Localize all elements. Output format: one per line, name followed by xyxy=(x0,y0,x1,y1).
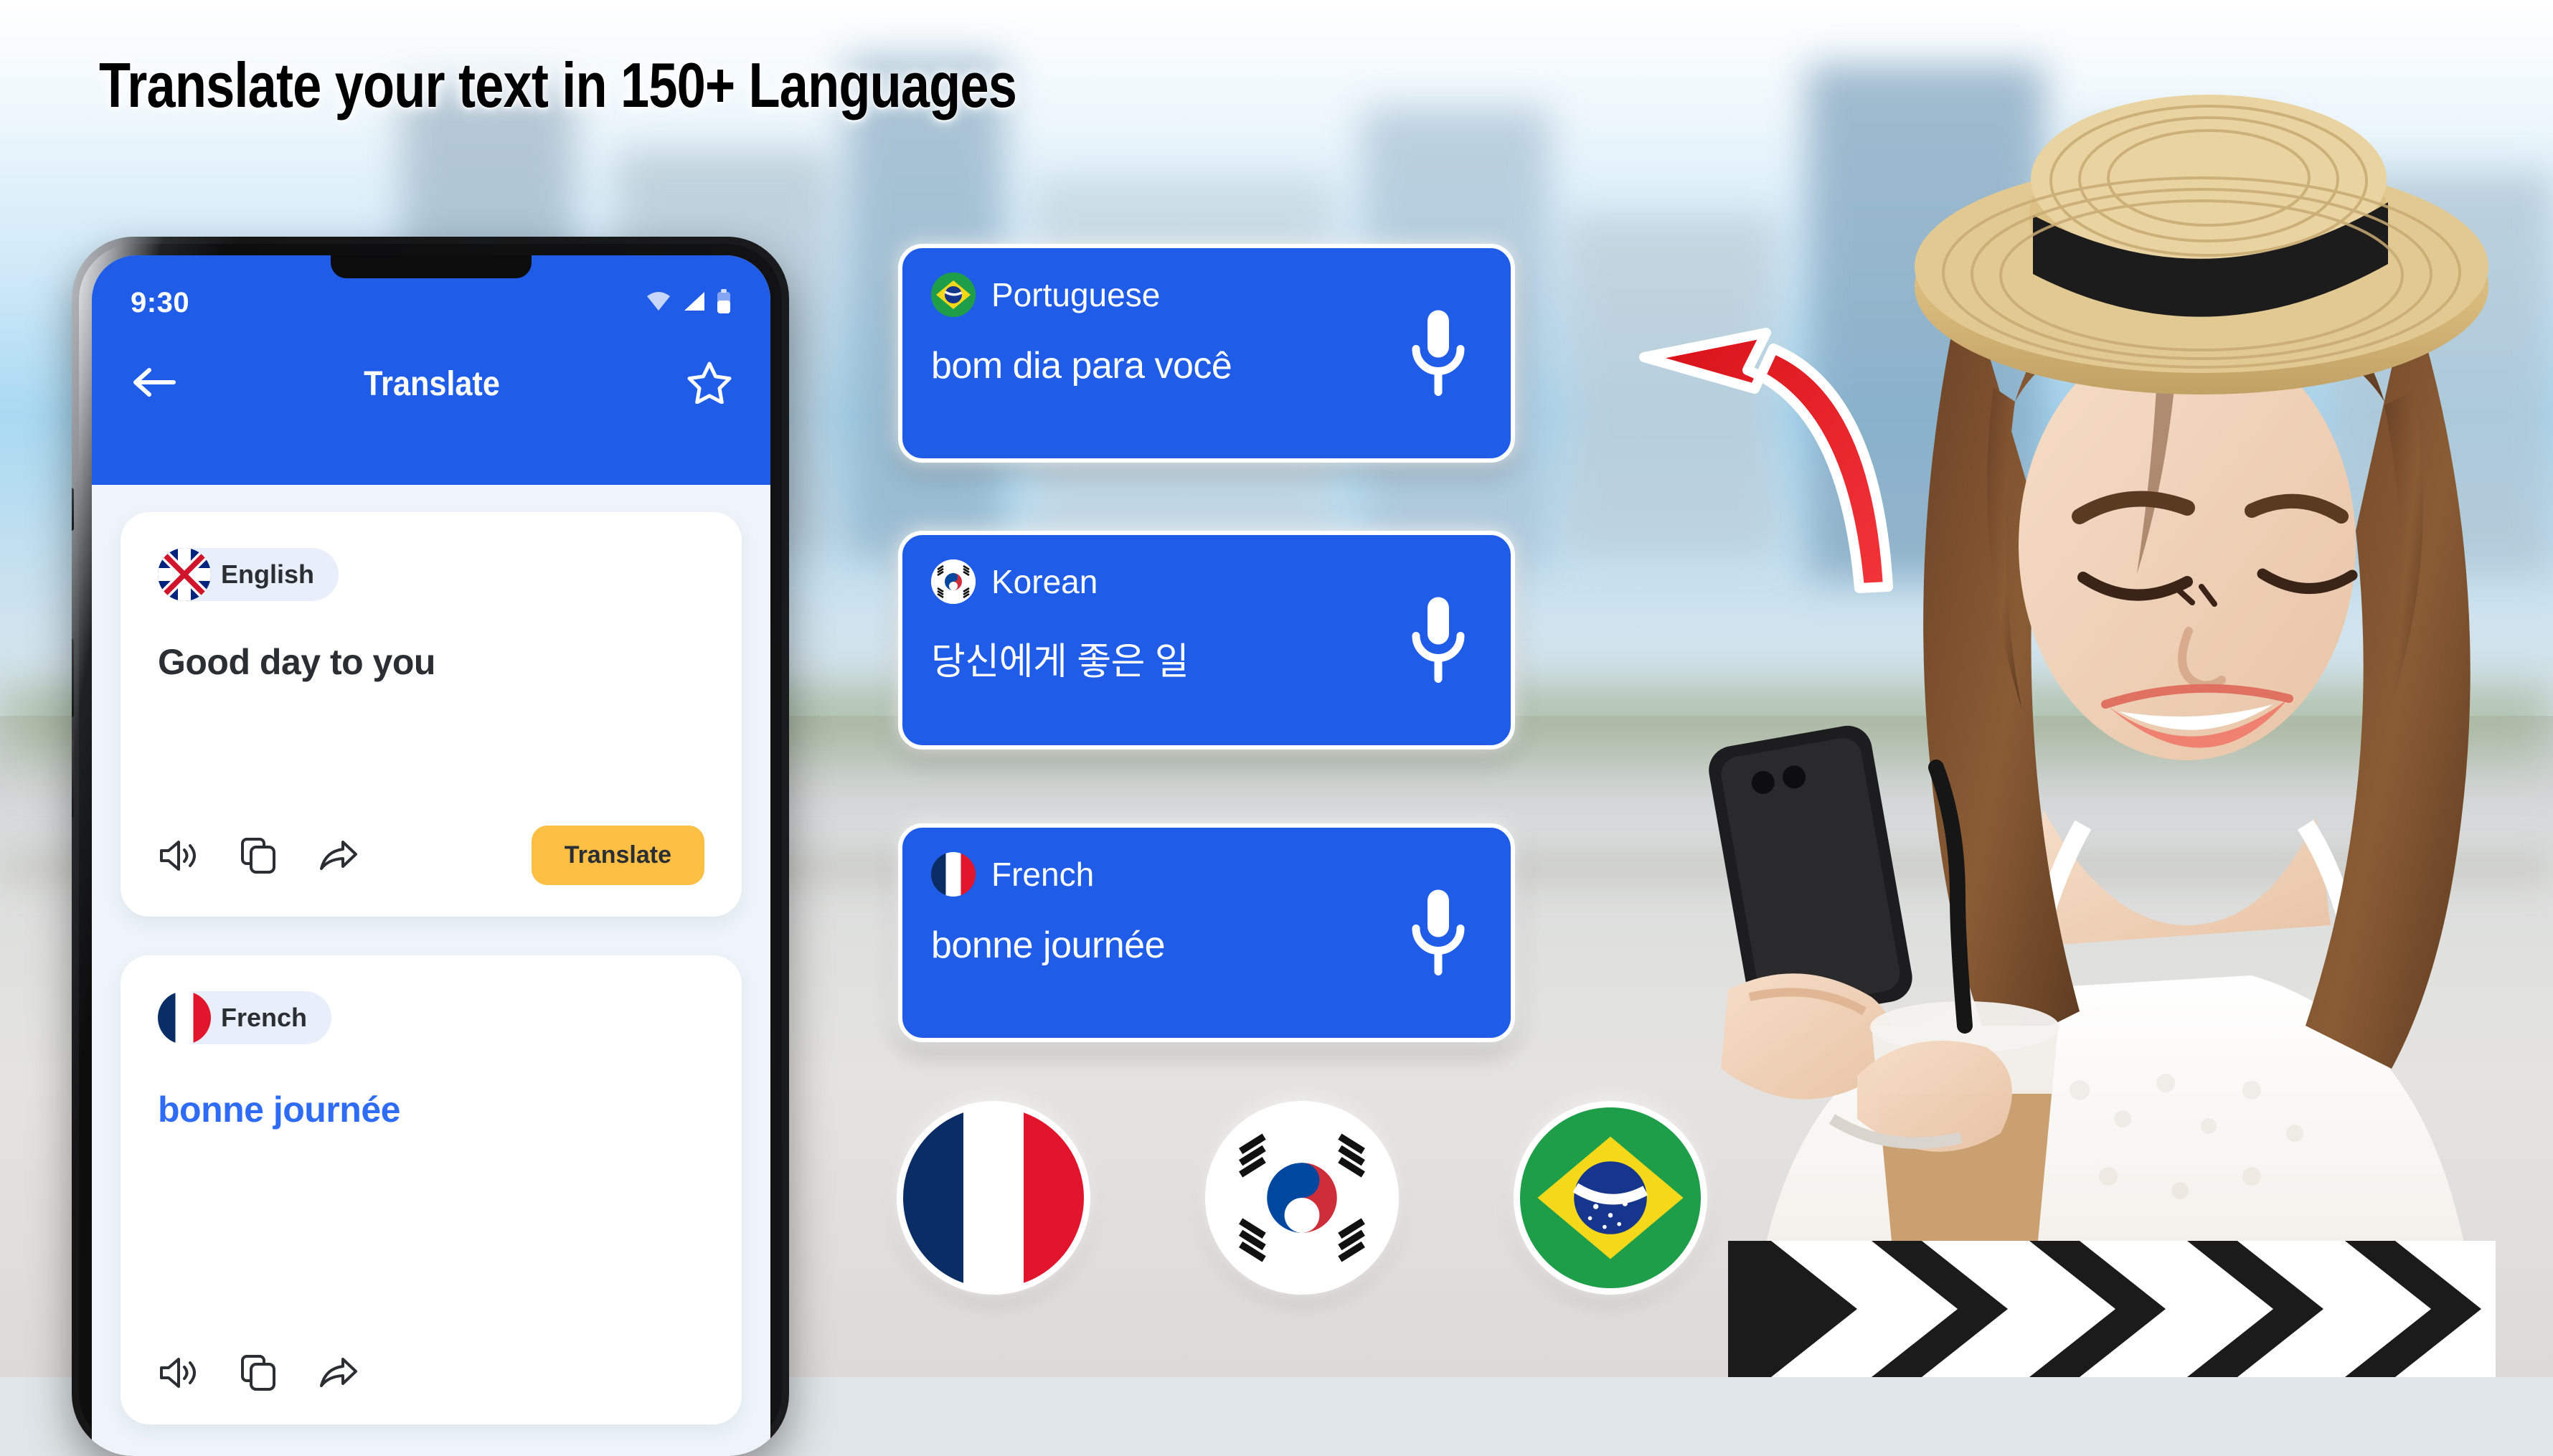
result-text: bonne journée xyxy=(158,1089,400,1130)
app-bar: 9:30 Translate xyxy=(92,255,770,485)
translate-button[interactable]: Translate xyxy=(531,826,704,885)
status-icons xyxy=(646,289,732,317)
card-header: Portuguese xyxy=(931,273,1482,317)
signal-icon xyxy=(681,290,706,316)
brazil-flag-badge[interactable] xyxy=(1514,1101,1707,1295)
star-icon[interactable] xyxy=(687,361,732,407)
card-header: French xyxy=(931,852,1482,897)
speaker-icon[interactable] xyxy=(158,1353,198,1393)
card-translation-text: bonne journée xyxy=(931,925,1166,966)
phone-notch xyxy=(331,255,532,278)
share-icon[interactable] xyxy=(318,1353,359,1393)
phone-silent-switch xyxy=(72,488,74,531)
source-card: English Good day to you Translate xyxy=(121,512,742,917)
phone-volume-up-button xyxy=(72,638,74,717)
phone-volume-down-button xyxy=(72,739,74,818)
result-card-korean[interactable]: Korean 당신에게 좋은 일 xyxy=(898,531,1515,750)
share-icon[interactable] xyxy=(318,836,359,876)
speaker-icon[interactable] xyxy=(158,836,198,876)
status-clock: 9:30 xyxy=(131,287,190,318)
copy-icon[interactable] xyxy=(238,1353,278,1393)
card-header: Korean xyxy=(931,559,1482,604)
card-language-label: French xyxy=(991,856,1095,893)
source-language-chip[interactable]: English xyxy=(158,548,339,601)
result-card-actions xyxy=(158,1324,704,1393)
card-language-label: Korean xyxy=(991,563,1098,600)
card-language-label: Portuguese xyxy=(991,276,1161,313)
battery-icon xyxy=(716,289,732,317)
south-korea-flag-icon xyxy=(931,559,976,604)
south-korea-flag-badge[interactable] xyxy=(1205,1101,1399,1295)
wifi-icon xyxy=(646,290,671,316)
card-translation-text: 당신에게 좋은 일 xyxy=(931,641,1189,683)
microphone-icon[interactable] xyxy=(1406,307,1471,400)
result-language-label: French xyxy=(221,1003,308,1032)
microphone-icon[interactable] xyxy=(1406,887,1471,979)
france-flag-icon xyxy=(931,852,976,897)
brazil-flag-icon xyxy=(931,273,976,317)
app-bar-title-row: Translate xyxy=(92,319,770,407)
source-language-label: English xyxy=(221,559,315,589)
copy-icon[interactable] xyxy=(238,836,278,876)
card-translation-text: bom dia para você xyxy=(931,345,1232,387)
page-title-translate: Translate xyxy=(364,365,500,403)
result-language-chip[interactable]: French xyxy=(158,991,332,1044)
source-text[interactable]: Good day to you xyxy=(158,641,704,683)
uk-flag-icon xyxy=(158,548,211,601)
phone-screen: 9:30 Translate English Good day to you T… xyxy=(92,255,770,1456)
translate-screen-body: English Good day to you Translate French… xyxy=(92,485,770,1452)
page-title: Translate your text in 150+ Languages xyxy=(99,49,1017,120)
phone-mockup: 9:30 Translate English Good day to you T… xyxy=(72,237,789,1456)
france-flag-badge[interactable] xyxy=(897,1101,1090,1295)
phone-body: 9:30 Translate English Good day to you T… xyxy=(72,237,789,1456)
photo-woman-with-phone xyxy=(1707,0,2553,1377)
curved-red-arrow-icon xyxy=(1607,301,1922,602)
back-arrow-icon[interactable] xyxy=(131,366,176,402)
result-card: French bonne journée xyxy=(121,955,742,1424)
result-card-portuguese[interactable]: Portuguese bom dia para você xyxy=(898,244,1515,463)
france-flag-icon xyxy=(158,991,211,1044)
result-card-french[interactable]: French bonne journée xyxy=(898,823,1515,1042)
source-card-actions: Translate xyxy=(158,797,704,885)
microphone-icon[interactable] xyxy=(1406,594,1471,686)
